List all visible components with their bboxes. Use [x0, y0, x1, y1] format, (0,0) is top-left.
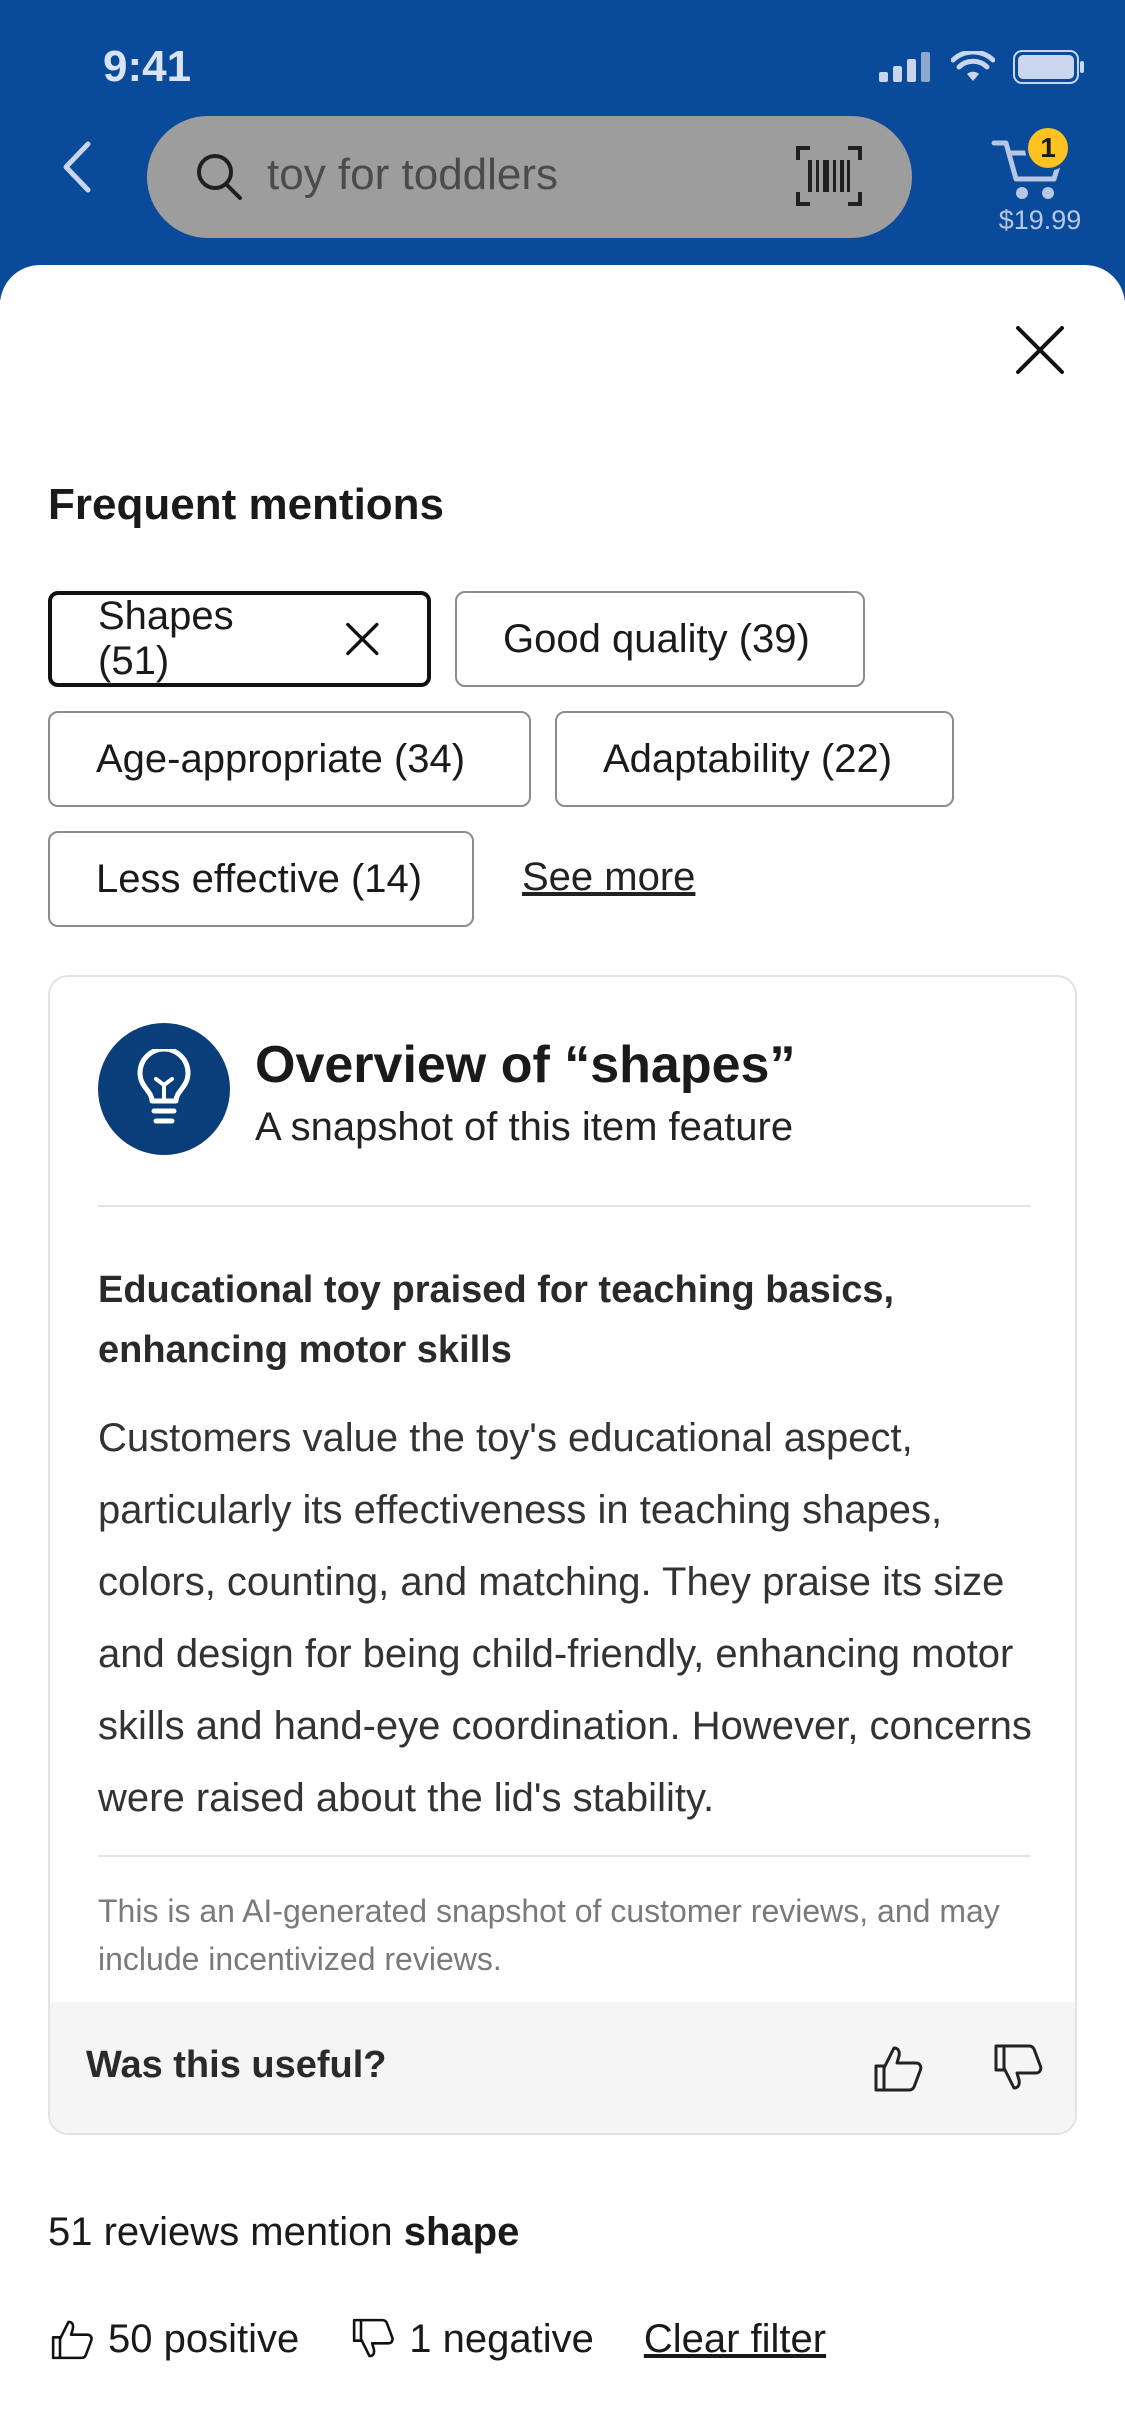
back-button[interactable] — [58, 140, 118, 210]
status-time: 9:41 — [103, 42, 192, 91]
remove-filter-icon[interactable] — [344, 620, 381, 658]
overview-body: Customers value the toy's educational as… — [98, 1416, 1032, 1820]
app-header: 9:41 toy for toddlers 1 $19.99 — [0, 0, 1125, 300]
chip-label: Less effective (14) — [96, 856, 423, 901]
search-query: toy for toddlers — [267, 150, 559, 199]
signal-icon — [879, 52, 930, 82]
overview-card: Overview of “shapes” A snapshot of this … — [48, 975, 1077, 2135]
barcode-scan-icon[interactable] — [796, 146, 862, 206]
chevron-left-icon — [63, 141, 91, 193]
search-input[interactable]: toy for toddlers — [147, 116, 912, 238]
positive-count: 50 positive — [108, 2316, 300, 2361]
cart-button[interactable]: 1 $19.99 — [985, 125, 1095, 245]
negative-filter[interactable]: 1 negative — [349, 2315, 594, 2363]
chip-label: Shapes (51) — [98, 594, 234, 683]
thumbs-up-icon — [51, 2320, 93, 2360]
divider — [98, 1205, 1031, 1207]
wifi-icon — [951, 51, 995, 81]
lightbulb-badge — [98, 1023, 230, 1155]
chip-label: Adaptability (22) — [603, 736, 893, 781]
thumbs-down-icon — [994, 2044, 1043, 2090]
chip-adaptability[interactable]: Adaptability (22) — [555, 711, 954, 807]
lightbulb-icon — [137, 1049, 191, 1124]
status-icons — [879, 50, 1085, 84]
thumbs-down-icon — [353, 2318, 395, 2358]
overview-title: Overview of “shapes” — [255, 1036, 796, 1094]
chip-label: Good quality (39) — [503, 616, 810, 661]
feedback-question: Was this useful? — [86, 2044, 387, 2086]
feedback-bar: Was this useful? — [50, 2002, 1075, 2133]
sentiment-row: 50 positive 1 negative Clear filter — [48, 2315, 826, 2363]
search-icon — [197, 154, 242, 200]
chip-less-effective[interactable]: Less effective (14) — [48, 831, 474, 927]
battery-icon — [1013, 50, 1084, 84]
negative-count: 1 negative — [409, 2316, 594, 2361]
frequent-mentions-title: Frequent mentions — [48, 480, 445, 529]
chip-shapes[interactable]: Shapes (51) — [48, 591, 431, 687]
cart-total: $19.99 — [998, 205, 1082, 235]
ai-disclaimer: This is an AI-generated snapshot of cust… — [98, 1893, 1000, 1977]
thumbs-up-icon — [874, 2046, 923, 2092]
cart-count-badge: 1 — [1025, 125, 1071, 171]
thumbs-down-button[interactable] — [990, 2040, 1046, 2096]
see-more-link[interactable]: See more — [522, 855, 695, 900]
close-icon — [1016, 326, 1064, 374]
divider — [98, 1855, 1031, 1857]
overview-subtitle: A snapshot of this item feature — [255, 1105, 794, 1149]
mention-count-text: 51 reviews mention — [48, 2210, 404, 2254]
positive-filter[interactable]: 50 positive — [48, 2315, 299, 2363]
chip-age-appropriate[interactable]: Age-appropriate (34) — [48, 711, 531, 807]
thumbs-up-button[interactable] — [870, 2040, 926, 2096]
mention-keyword: shape — [403, 2210, 520, 2254]
close-button[interactable] — [1010, 320, 1070, 380]
overview-headline: Educational toy praised for teaching bas… — [98, 1269, 895, 1371]
mention-summary: 51 reviews mention shape — [48, 2210, 519, 2255]
clear-filter-link[interactable]: Clear filter — [644, 2317, 826, 2362]
chip-good-quality[interactable]: Good quality (39) — [455, 591, 865, 687]
chip-label: Age-appropriate (34) — [96, 736, 466, 781]
